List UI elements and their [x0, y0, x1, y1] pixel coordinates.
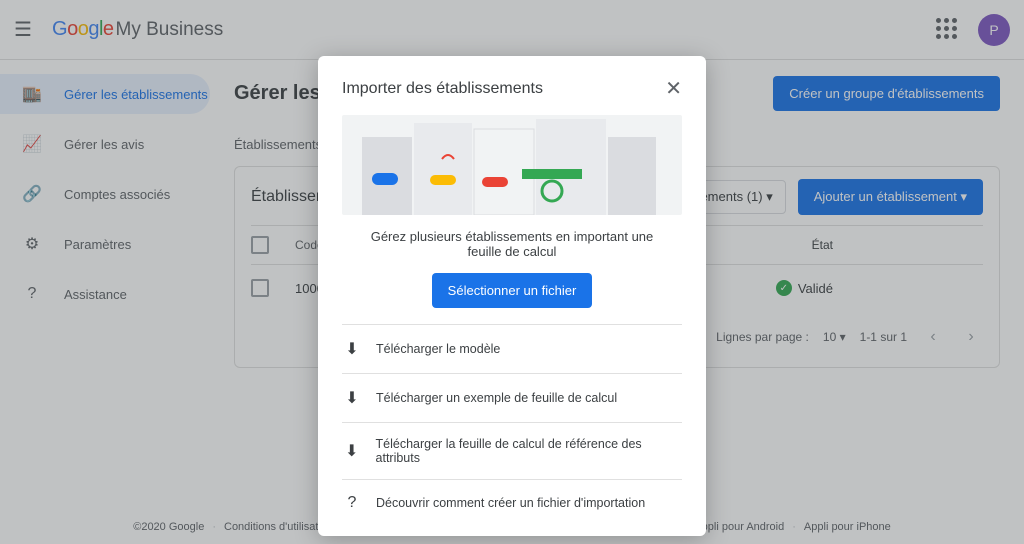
download-attributes-link[interactable]: ⬇ Télécharger la feuille de calcul de ré… — [342, 422, 682, 479]
dialog-title: Importer des établissements — [342, 80, 543, 98]
dialog-subtitle: Gérez plusieurs établissements en import… — [342, 229, 682, 259]
learn-import-link[interactable]: ? Découvrir comment créer un fichier d'i… — [342, 479, 682, 526]
download-sample-link[interactable]: ⬇ Télécharger un exemple de feuille de c… — [342, 373, 682, 422]
storefront-illustration — [342, 115, 682, 215]
download-icon: ⬇ — [342, 441, 362, 461]
close-icon[interactable]: ✕ — [665, 76, 682, 101]
download-icon: ⬇ — [342, 388, 362, 408]
select-file-button[interactable]: Sélectionner un fichier — [432, 273, 593, 308]
download-template-link[interactable]: ⬇ Télécharger le modèle — [342, 324, 682, 373]
help-icon: ? — [342, 494, 362, 512]
download-icon: ⬇ — [342, 339, 362, 359]
import-locations-dialog: Importer des établissements ✕ Gérez plus… — [318, 56, 706, 536]
